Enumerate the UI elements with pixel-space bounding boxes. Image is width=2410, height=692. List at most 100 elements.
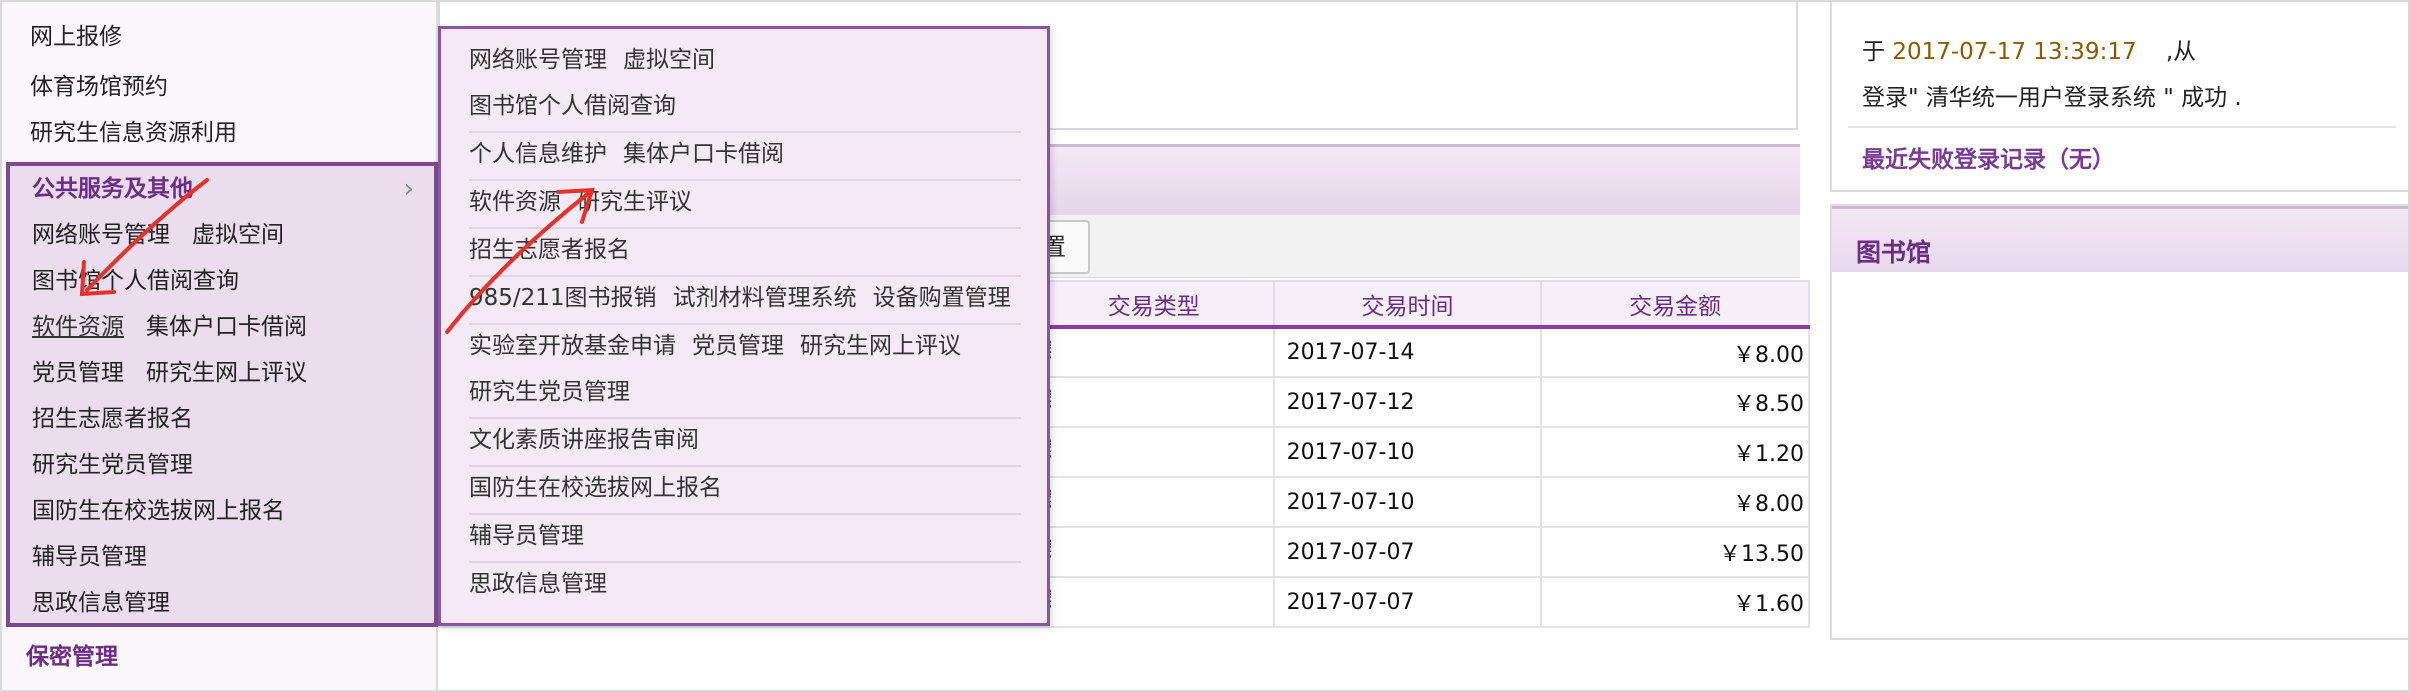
table-cell-time: 2017-07-12 [1272, 376, 1543, 428]
submenu-link-lecture-report[interactable]: 文化素质讲座报告审阅 [469, 427, 699, 453]
sidebar-item-sports-booking[interactable]: 体育场馆预约 [30, 72, 168, 102]
divider [469, 227, 1021, 229]
sidebar-row: 辅导员管理 [32, 542, 169, 572]
divider [469, 323, 1021, 325]
table-cell-amount: ￥8.00 [1540, 326, 1810, 378]
sidebar-row: 网络账号管理 虚拟空间 [32, 220, 306, 250]
sidebar-row: 思政信息管理 [32, 588, 192, 618]
table-cell-time: 2017-07-07 [1272, 576, 1543, 628]
table-header-type: 交易类型 [1032, 280, 1275, 329]
submenu-link-software[interactable]: 软件资源 [469, 189, 561, 215]
sidebar-link-software[interactable]: 软件资源 [32, 314, 124, 340]
divider [469, 465, 1021, 467]
divider [469, 179, 1021, 181]
login-time-line: 于 2017-07-17 13:39:17 ,从 [1862, 32, 2196, 66]
sidebar-link-counselor-management[interactable]: 辅导员管理 [32, 544, 147, 570]
table-cell-time: 2017-07-10 [1272, 476, 1543, 528]
sidebar-row: 图书馆个人借阅查询 [32, 266, 261, 296]
login-system-line: 登录" 清华统一用户登录系统 " 成功 . [1862, 85, 2242, 111]
sidebar-link-volunteer-signup[interactable]: 招生志愿者报名 [32, 406, 193, 432]
table-cell-type: 费 [1032, 326, 1275, 378]
submenu-row: 文化素质讲座报告审阅 [469, 425, 715, 455]
sidebar-item-repair[interactable]: 网上报修 [30, 22, 122, 52]
sidebar-link-network-account[interactable]: 网络账号管理 [32, 222, 170, 248]
submenu-popup: 网络账号管理 虚拟空间 图书馆个人借阅查询 个人信息维护 集体户口卡借阅 软件资源研… [438, 26, 1050, 626]
sidebar-group-title[interactable]: 公共服务及其他 [32, 174, 193, 204]
table-cell-time: 2017-07-10 [1272, 426, 1543, 478]
divider [1848, 126, 2396, 128]
sidebar-link-household-card[interactable]: 集体户口卡借阅 [146, 314, 307, 340]
sidebar-link-defense-selection[interactable]: 国防生在校选拔网上报名 [32, 498, 285, 524]
submenu-link-online-review[interactable]: 研究生网上评议 [800, 333, 961, 359]
submenu-link-book-reimbursement[interactable]: 985/211图书报销 [469, 285, 657, 311]
submenu-link-volunteer-signup[interactable]: 招生志愿者报名 [469, 237, 630, 263]
sidebar-link-virtual-space[interactable]: 虚拟空间 [192, 222, 284, 248]
submenu-row: 985/211图书报销 试剂材料管理系统 设备购置管理 [469, 283, 1027, 313]
sidebar-row: 党员管理 研究生网上评议 [32, 358, 329, 388]
table-cell-amount: ￥1.20 [1540, 426, 1810, 478]
submenu-link-ideology-info[interactable]: 思政信息管理 [469, 571, 607, 597]
submenu-row: 思政信息管理 [469, 569, 623, 599]
submenu-link-virtual-space[interactable]: 虚拟空间 [623, 47, 715, 73]
divider [469, 417, 1021, 419]
submenu-row: 网络账号管理 虚拟空间 [469, 45, 731, 75]
sidebar-link-online-review[interactable]: 研究生网上评议 [146, 360, 307, 386]
library-panel: 图书馆 [1830, 204, 2408, 640]
login-suffix: ,从 [2165, 39, 2197, 65]
sidebar-row: 研究生党员管理 [32, 450, 215, 480]
sidebar-link-ideology-info[interactable]: 思政信息管理 [32, 590, 170, 616]
table-cell-amount: ￥1.60 [1540, 576, 1810, 628]
chevron-right-icon: › [403, 174, 414, 204]
submenu-link-library-borrowing[interactable]: 图书馆个人借阅查询 [469, 93, 676, 119]
table-cell-type: 费 [1032, 526, 1275, 578]
library-panel-title: 图书馆 [1856, 238, 1932, 267]
submenu-link-defense-selection[interactable]: 国防生在校选拔网上报名 [469, 475, 722, 501]
table-header-amount: 交易金额 [1540, 280, 1810, 329]
sidebar-group-confidentiality[interactable]: 保密管理 [26, 637, 118, 671]
divider [469, 561, 1021, 563]
table-cell-time: 2017-07-14 [1272, 326, 1543, 378]
failed-login-link[interactable]: 最近失败登录记录（无） [1862, 140, 2115, 174]
table-cell-amount: ￥13.50 [1540, 526, 1810, 578]
table-cell-amount: ￥8.50 [1540, 376, 1810, 428]
sidebar: 网上报修 体育场馆预约 研究生信息资源利用 公共服务及其他 › 网络账号管理 虚拟… [2, 2, 438, 690]
submenu-row: 国防生在校选拔网上报名 [469, 473, 738, 503]
login-datetime: 2017-07-17 13:39:17 [1892, 39, 2137, 65]
submenu-link-grad-party-members[interactable]: 研究生党员管理 [469, 379, 630, 405]
library-panel-header: 图书馆 [1832, 206, 2408, 272]
submenu-row: 辅导员管理 [469, 521, 600, 551]
table-cell-type: 费 [1032, 576, 1275, 628]
submenu-link-reagent-management[interactable]: 试剂材料管理系统 [673, 285, 857, 311]
table-cell-time: 2017-07-07 [1272, 526, 1543, 578]
submenu-link-network-account[interactable]: 网络账号管理 [469, 47, 607, 73]
submenu-link-party-members[interactable]: 党员管理 [692, 333, 784, 359]
submenu-link-counselor-management[interactable]: 辅导员管理 [469, 523, 584, 549]
submenu-row: 招生志愿者报名 [469, 235, 646, 265]
submenu-row: 个人信息维护 集体户口卡借阅 [469, 139, 800, 169]
divider [469, 275, 1021, 277]
table-cell-type: 费 [1032, 476, 1275, 528]
login-prefix: 于 [1862, 39, 1885, 65]
submenu-link-lab-fund[interactable]: 实验室开放基金申请 [469, 333, 676, 359]
sidebar-link-party-members[interactable]: 党员管理 [32, 360, 124, 386]
submenu-row: 图书馆个人借阅查询 [469, 91, 692, 121]
submenu-link-household-card[interactable]: 集体户口卡借阅 [623, 141, 784, 167]
submenu-link-personal-info[interactable]: 个人信息维护 [469, 141, 607, 167]
submenu-link-equipment-purchase[interactable]: 设备购置管理 [873, 285, 1011, 311]
divider [469, 131, 1021, 133]
table-cell-type: 费 [1032, 426, 1275, 478]
sidebar-link-grad-party-members[interactable]: 研究生党员管理 [32, 452, 193, 478]
table-header-time: 交易时间 [1272, 280, 1543, 329]
sidebar-row: 国防生在校选拔网上报名 [32, 496, 307, 526]
login-info-box: 于 2017-07-17 13:39:17 ,从 登录" 清华统一用户登录系统 … [1830, 2, 2408, 192]
sidebar-item-info-resources[interactable]: 研究生信息资源利用 [30, 118, 237, 148]
submenu-row: 实验室开放基金申请 党员管理 研究生网上评议 [469, 331, 977, 361]
submenu-link-grad-review[interactable]: 研究生评议 [577, 189, 692, 215]
page-frame: 网上报修 体育场馆预约 研究生信息资源利用 公共服务及其他 › 网络账号管理 虚拟… [0, 0, 2410, 692]
submenu-row: 研究生党员管理 [469, 377, 646, 407]
sidebar-group-public-services[interactable]: 公共服务及其他 › 网络账号管理 虚拟空间 图书馆个人借阅查询 软件资源 集体户口卡… [6, 162, 438, 627]
sidebar-link-library-borrowing[interactable]: 图书馆个人借阅查询 [32, 268, 239, 294]
sidebar-row: 软件资源 集体户口卡借阅 [32, 312, 329, 342]
table-cell-amount: ￥8.00 [1540, 476, 1810, 528]
divider [469, 513, 1021, 515]
